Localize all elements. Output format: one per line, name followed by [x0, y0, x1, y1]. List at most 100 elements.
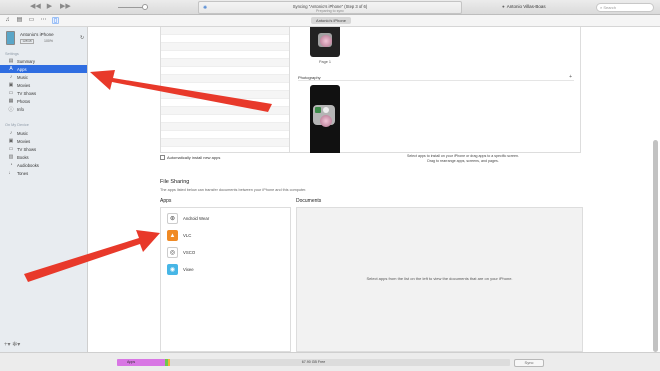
sidebar-item-device-tv-shows[interactable]: ▭ TV Shows	[0, 145, 87, 153]
photography-section: Photography +	[298, 74, 574, 81]
documents-empty-message: Select apps from the list on the left to…	[366, 276, 513, 281]
info-icon: ⓘ	[8, 106, 14, 113]
file-sharing-description: The apps listed below can transfer docum…	[160, 188, 307, 192]
wallpaper-flower-icon	[320, 115, 332, 127]
account-button[interactable]: ● Antonio Villas-Boas	[502, 4, 546, 9]
film-icon[interactable]: ▤	[16, 17, 23, 24]
apps-icon: A	[9, 66, 13, 72]
music-note-icon[interactable]: ♫	[4, 17, 11, 24]
playback-controls: ◀◀ ▶ ▶▶	[30, 3, 71, 11]
wallpaper-flower-icon	[320, 35, 332, 47]
app-list-panel	[160, 27, 290, 153]
add-page-icon[interactable]: +	[569, 74, 572, 81]
sidebar-item-info[interactable]: ⓘ Info	[0, 105, 87, 113]
app-list-row	[161, 131, 289, 139]
home-screens-panel: Page 1 Photography +	[290, 27, 581, 153]
sidebar-item-device-audiobooks[interactable]: ◔ Audiobooks	[0, 161, 87, 169]
tv-icon: ▭	[8, 146, 14, 152]
photo-app-icon	[315, 107, 321, 113]
on-my-device-header: On My Device	[5, 123, 29, 127]
movies-icon: ▣	[8, 138, 14, 144]
app-list-row	[161, 75, 289, 83]
device-name: Antonio's iPhone	[20, 32, 54, 37]
app-list-row	[161, 67, 289, 75]
app-list-row	[161, 51, 289, 59]
sidebar-item-label: Music	[17, 74, 28, 80]
sidebar-item-device-books[interactable]: ▥ Books	[0, 153, 87, 161]
list-item-vlc[interactable]: ▲ VLC	[161, 227, 290, 244]
sidebar-item-apps[interactable]: A Apps	[0, 65, 87, 73]
tv-icon[interactable]: ▭	[28, 17, 35, 24]
rewind-icon[interactable]: ◀◀	[30, 3, 41, 11]
sidebar-item-label: Movies	[17, 138, 31, 144]
vsco-icon: ◎	[167, 247, 178, 258]
sidebar-item-movies[interactable]: ▣ Movies	[0, 81, 87, 89]
sidebar-item-summary[interactable]: ▤ Summary	[0, 57, 87, 65]
iphone-icon[interactable]: ▯	[52, 17, 59, 24]
section-title: Photography	[298, 75, 321, 80]
sidebar-item-tv-shows[interactable]: ▭ TV Shows	[0, 89, 87, 97]
home-screen-photography[interactable]	[310, 85, 340, 153]
search-input[interactable]: ⌕ Search	[596, 3, 654, 12]
music-icon: ♪	[9, 130, 13, 136]
list-item-android-wear[interactable]: ⊛ Android Wear	[161, 210, 290, 227]
tv-icon: ▭	[8, 90, 14, 96]
free-space-label: 67.90 GB Free	[301, 360, 326, 364]
device-summary[interactable]: Antonio's iPhone 128GB 100% ↻	[6, 31, 86, 49]
sidebar-item-label: Tones	[17, 170, 29, 176]
android-wear-icon: ⊛	[167, 213, 178, 224]
sidebar-item-label: TV Shows	[17, 90, 37, 96]
audiobooks-icon: ◔	[9, 162, 13, 168]
settings-header: Settings	[5, 52, 19, 56]
add-playlist-button[interactable]: +▾ ✻▾	[4, 341, 20, 348]
sidebar-item-device-movies[interactable]: ▣ Movies	[0, 137, 87, 145]
gear-icon: ✻▾	[12, 342, 21, 348]
app-name: Android Wear	[183, 216, 210, 221]
sidebar-item-device-tones[interactable]: ♩ Tones	[0, 169, 87, 177]
sidebar-item-label: Music	[17, 130, 28, 136]
sync-spinner-icon: ↻	[80, 35, 85, 41]
sidebar-item-label: Info	[17, 106, 24, 112]
auto-install-label: Automatically install new apps	[167, 155, 221, 160]
sidebar-item-label: Audiobooks	[17, 162, 39, 168]
sync-status-subtitle: Preparing to sync	[316, 9, 344, 13]
sidebar-item-label: Books	[17, 154, 29, 160]
documents-column-label: Documents	[296, 198, 322, 204]
sidebar-item-photos[interactable]: ▦ Photos	[0, 97, 87, 105]
fast-forward-icon[interactable]: ▶▶	[60, 3, 71, 11]
auto-install-checkbox[interactable]: Automatically install new apps	[160, 155, 220, 160]
file-sharing-apps-list: ⊛ Android Wear ▲ VLC ◎ VSCO ◉ Vixee	[160, 207, 291, 352]
device-battery: 100%	[44, 39, 53, 43]
capacity-footer: Apps 67.90 GB Free Sync	[0, 352, 660, 371]
checkbox-box[interactable]	[160, 155, 165, 160]
main-scrollbar[interactable]	[653, 140, 658, 352]
more-icon[interactable]: ⋯	[40, 17, 47, 24]
status-display: ✺ Syncing "Antonio's iPhone" (Step 3 of …	[198, 1, 462, 14]
account-name: Antonio Villas-Boas	[506, 4, 546, 9]
vixee-icon: ◉	[167, 264, 178, 275]
plus-icon: +▾	[4, 342, 11, 348]
app-name: VLC	[183, 233, 192, 238]
list-item-vsco[interactable]: ◎ VSCO	[161, 244, 290, 261]
play-icon[interactable]: ▶	[45, 3, 54, 11]
books-icon: ▥	[8, 154, 14, 160]
app-list-row	[161, 83, 289, 91]
app-list-row	[161, 115, 289, 123]
sync-button[interactable]: Sync	[514, 359, 544, 367]
app-list-row	[161, 99, 289, 107]
music-icon: ♪	[9, 74, 13, 80]
page-label: Page 1	[319, 60, 332, 64]
summary-icon: ▤	[8, 58, 14, 64]
list-item-vixee[interactable]: ◉ Vixee	[161, 261, 290, 278]
tones-icon: ♩	[8, 170, 14, 176]
sidebar-item-music[interactable]: ♪ Music	[0, 73, 87, 81]
sync-status-icon: ✺	[203, 5, 208, 11]
home-screen-page-1[interactable]	[310, 27, 340, 57]
device-tab[interactable]: Antonio's iPhone	[311, 17, 351, 24]
sidebar-item-device-music[interactable]: ♪ Music	[0, 129, 87, 137]
sidebar-item-label: Photos	[17, 98, 31, 104]
app-list-row	[161, 59, 289, 67]
app-list-row	[161, 123, 289, 131]
volume-knob[interactable]	[142, 4, 148, 10]
hint-line-2: Drag to rearrange apps, screens, and pag…	[427, 159, 499, 163]
